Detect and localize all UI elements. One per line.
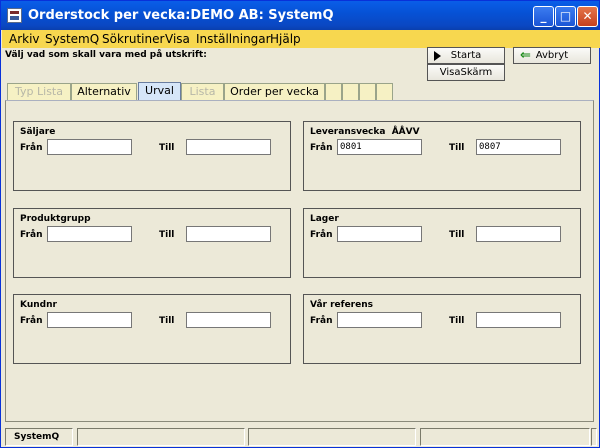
arrow-left-icon: ⇐ xyxy=(520,48,531,63)
group-title: Leveransvecka ÅÅVV xyxy=(310,127,420,137)
close-button[interactable]: ✕ xyxy=(577,6,598,27)
lager-to-field[interactable] xyxy=(476,226,561,242)
saljare-to-field[interactable] xyxy=(186,139,271,155)
from-label: Från xyxy=(310,143,333,153)
group-title: Säljare xyxy=(20,127,56,137)
group-title: Lager xyxy=(310,214,339,224)
group-var-referens: Vår referens Från Till xyxy=(303,294,581,364)
group-title: Vår referens xyxy=(310,300,373,310)
resize-grip[interactable] xyxy=(591,428,597,446)
tab-empty-3[interactable] xyxy=(359,83,376,100)
tab-urval[interactable]: Urval xyxy=(138,82,181,101)
to-label: Till xyxy=(449,143,465,153)
to-label: Till xyxy=(449,316,465,326)
from-label: Från xyxy=(20,316,43,326)
tab-empty-2[interactable] xyxy=(342,83,359,100)
maximize-button[interactable]: □ xyxy=(555,6,576,27)
to-label: Till xyxy=(159,143,175,153)
status-cell-2 xyxy=(77,428,245,446)
group-title: Kundnr xyxy=(20,300,57,310)
tab-alternativ[interactable]: Alternativ xyxy=(71,83,137,100)
status-bar: SystemQ xyxy=(1,427,599,447)
instruction-text: Välj vad som skall vara med på utskrift: xyxy=(5,50,207,60)
menu-arkiv[interactable]: Arkiv xyxy=(9,31,40,47)
leveransvecka-to-field[interactable]: 0807 xyxy=(476,139,561,155)
menu-installningar[interactable]: Inställningar xyxy=(196,31,271,47)
abort-button-label: Avbryt xyxy=(535,50,569,61)
to-label: Till xyxy=(159,230,175,240)
from-label: Från xyxy=(20,230,43,240)
window-title: Orderstock per vecka:DEMO AB: SystemQ xyxy=(28,8,334,23)
title-bar[interactable]: Orderstock per vecka:DEMO AB: SystemQ _ … xyxy=(1,1,599,30)
group-lager: Lager Från Till xyxy=(303,208,581,278)
tab-lista[interactable]: Lista xyxy=(181,83,224,100)
saljare-from-field[interactable] xyxy=(47,139,132,155)
from-label: Från xyxy=(20,143,43,153)
tab-empty-1[interactable] xyxy=(325,83,342,100)
kundnr-from-field[interactable] xyxy=(47,312,132,328)
var-referens-to-field[interactable] xyxy=(476,312,561,328)
lager-from-field[interactable] xyxy=(337,226,422,242)
var-referens-from-field[interactable] xyxy=(337,312,422,328)
to-label: Till xyxy=(159,316,175,326)
start-button[interactable]: Starta xyxy=(427,47,505,64)
to-label: Till xyxy=(449,230,465,240)
tab-panel-urval: Säljare Från Till Leveransvecka ÅÅVV Frå… xyxy=(5,100,594,422)
status-cell-app: SystemQ xyxy=(5,428,73,446)
tab-empty-4[interactable] xyxy=(376,83,393,100)
kundnr-to-field[interactable] xyxy=(186,312,271,328)
tab-order-per-vecka[interactable]: Order per vecka xyxy=(224,83,325,100)
group-produktgrupp: Produktgrupp Från Till xyxy=(13,208,291,278)
tab-typ-lista[interactable]: Typ Lista xyxy=(7,83,71,100)
start-button-label: Starta xyxy=(450,50,482,61)
from-label: Från xyxy=(310,316,333,326)
menu-systemq[interactable]: SystemQ xyxy=(45,31,99,47)
app-icon[interactable] xyxy=(7,8,22,23)
status-cell-4 xyxy=(420,428,590,446)
produktgrupp-from-field[interactable] xyxy=(47,226,132,242)
group-kundnr: Kundnr Från Till xyxy=(13,294,291,364)
menu-sokrutiner[interactable]: Sökrutiner xyxy=(102,31,164,47)
menu-hjalp[interactable]: Hjälp xyxy=(270,31,301,47)
menu-visa[interactable]: Visa xyxy=(165,31,190,47)
group-leveransvecka: Leveransvecka ÅÅVV Från 0801 Till 0807 xyxy=(303,121,581,191)
group-title: Produktgrupp xyxy=(20,214,91,224)
status-cell-3 xyxy=(248,428,416,446)
leveransvecka-from-field[interactable]: 0801 xyxy=(337,139,422,155)
minimize-button[interactable]: _ xyxy=(533,6,554,27)
application-window: Orderstock per vecka:DEMO AB: SystemQ _ … xyxy=(0,0,600,448)
produktgrupp-to-field[interactable] xyxy=(186,226,271,242)
from-label: Från xyxy=(310,230,333,240)
group-saljare: Säljare Från Till xyxy=(13,121,291,191)
show-screen-button[interactable]: VisaSkärm xyxy=(427,64,505,81)
menu-bar: Arkiv SystemQ Sökrutiner Visa Inställnin… xyxy=(2,30,600,48)
play-icon xyxy=(434,51,441,61)
abort-button[interactable]: ⇐ Avbryt xyxy=(513,47,591,64)
